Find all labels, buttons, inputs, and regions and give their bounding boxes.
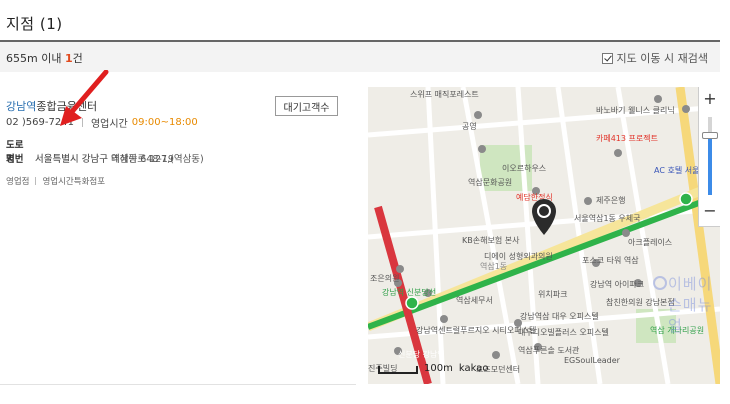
branch-type: 영업점: [6, 177, 30, 187]
waiting-customers-button[interactable]: 대기고객수: [275, 96, 338, 116]
page-title: 지점 (1): [6, 15, 63, 33]
result-count-unit: 건: [72, 52, 83, 65]
map-label: 강남역 아이파크: [590, 279, 644, 289]
map-provider: kakao: [458, 363, 489, 374]
zoom-out-button[interactable]: −: [699, 201, 720, 223]
lot-address: 지번 서울특별시 강남구 역삼동 648-19: [6, 151, 174, 165]
map-label: 역삼세무서: [456, 295, 493, 305]
map-label: 대우디오빌플러스 오피스텔: [518, 327, 609, 337]
scale-bar: [378, 366, 418, 374]
watermark-logo-icon: [653, 276, 667, 290]
map-label: 역삼푸른솔 도서관: [518, 345, 580, 355]
map-label: 디에이 성형외과의원: [484, 251, 553, 261]
lot-address-value: 서울특별시 강남구 역삼동 648-19: [35, 154, 174, 165]
branch-name-keyword: 강남역: [6, 100, 37, 113]
divider: [35, 177, 37, 185]
map-label: 포스코 타워 역삼: [582, 255, 639, 265]
branch-list-item: 강남역종합금융센터 대기고객수 02 )569-7241 영업시간 09:00~…: [0, 72, 360, 384]
map-canvas[interactable]: 스위프 매직포레스트 바노바기 웰니스 클리닉 공영 이오르하우스 역삼문화공원…: [368, 87, 720, 384]
map-label: 강남역 신분당선: [382, 287, 436, 297]
branch-special-hours: 영업시간특화점포: [42, 177, 106, 187]
map-label: 아크플레이스: [628, 237, 672, 247]
map-label: 조은의원: [370, 273, 399, 283]
map-label: 이오르하우스: [502, 163, 546, 173]
zoom-slider-handle[interactable]: [702, 132, 718, 139]
zoom-control: + −: [698, 87, 720, 227]
map-label: 강남역삼 대우 오피스텔: [520, 311, 599, 321]
filter-bar: 655m 이내 1건 지도 이동 시 재검색: [0, 42, 720, 72]
recheck-checkbox[interactable]: [601, 52, 613, 64]
map-label: 스위프 매직포레스트: [410, 89, 479, 99]
map-label: 바노바기 웰니스 클리닉: [596, 105, 675, 115]
map-label: EGSoulLeader: [564, 356, 621, 365]
result-distance: 655m 이내: [6, 52, 62, 65]
hours-value: 09:00~18:00: [131, 117, 198, 128]
map-label: 공영: [462, 121, 477, 131]
map-label: 카페413 프로젝트: [596, 133, 658, 143]
result-count-number: 1: [64, 52, 73, 65]
scale-label: 100m: [424, 363, 453, 374]
map-label: KB손해보험 본사: [462, 235, 520, 245]
result-count: 655m 이내 1건: [6, 50, 83, 66]
map-label: 제주은행: [596, 195, 625, 205]
list-divider: [0, 384, 356, 385]
red-arrow-annotation: [60, 70, 109, 126]
map-scale: 100m kakao: [378, 363, 488, 374]
lot-address-label: 지번: [6, 154, 24, 165]
recheck-on-move-toggle[interactable]: 지도 이동 시 재검색: [601, 50, 708, 66]
zoom-in-button[interactable]: +: [699, 89, 720, 111]
map-label: 서울역삼1동 우체국: [574, 213, 641, 223]
branch-tags: 영업점 영업시간특화점포: [6, 175, 105, 187]
map-label: 역삼문화공원: [468, 177, 512, 187]
map-label: 위치파크: [538, 290, 567, 299]
zoom-level-fill: [708, 136, 712, 195]
recheck-label: 지도 이동 시 재검색: [616, 52, 708, 65]
map-label: 참친한의원 강남본점: [606, 297, 675, 307]
watermark: 이베이슨매뉴얼: [668, 275, 713, 335]
map-label: 신분당 강남역: [398, 349, 445, 359]
map-label: 역삼1동: [480, 261, 507, 271]
map-view[interactable]: 스위프 매직포레스트 바노바기 웰니스 클리닉 공영 이오르하우스 역삼문화공원…: [368, 87, 720, 384]
